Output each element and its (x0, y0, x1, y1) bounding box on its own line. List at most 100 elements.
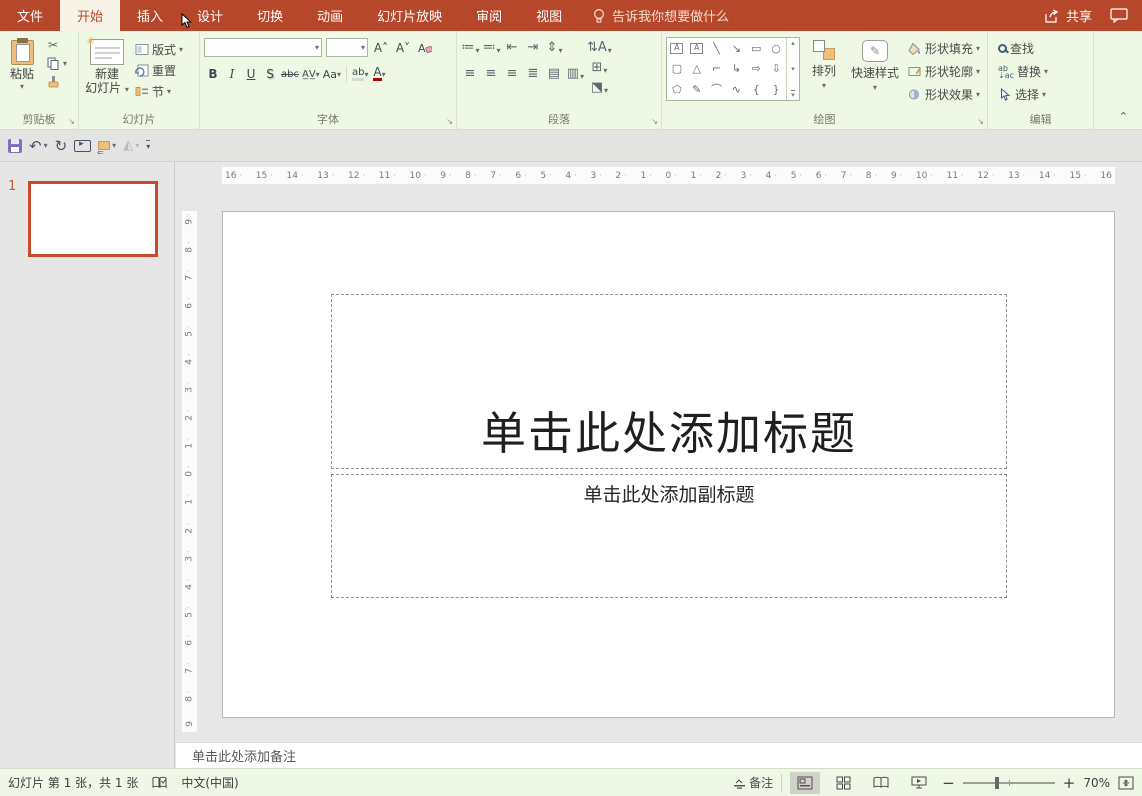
clipboard-dialog-launcher[interactable]: ↘ (68, 118, 75, 126)
shapes-gallery-more[interactable]: ▾ (791, 90, 795, 99)
qat-custom-button[interactable]: ▾ (98, 141, 116, 150)
redo-button[interactable]: ↻ (55, 137, 68, 155)
shape-oval[interactable]: ○ (771, 43, 781, 54)
new-slide-button[interactable]: ✳ 新建 幻灯片 ▾ (83, 36, 131, 113)
italic-button[interactable]: I (223, 65, 241, 83)
shapes-scroll-up[interactable]: ▴ (791, 39, 795, 47)
spellcheck-icon[interactable] (152, 776, 167, 789)
decrease-indent-button[interactable]: ⇤ (503, 38, 522, 55)
arrange-button[interactable]: 排列▾ (806, 37, 842, 113)
shape-elbow-connector[interactable]: ⌐ (712, 63, 721, 74)
format-painter-button[interactable] (43, 73, 63, 89)
section-button[interactable]: 节▾ (135, 82, 183, 101)
slide-sorter-view-button[interactable] (828, 772, 858, 794)
collapse-ribbon-button[interactable]: ⌃ (1119, 110, 1128, 123)
tab-animations[interactable]: 动画 (300, 0, 360, 31)
shape-arc[interactable]: ⌒ (711, 84, 722, 95)
distribute-button[interactable]: ▤ (545, 64, 564, 81)
align-text-button[interactable]: ⊞▾ (587, 58, 612, 75)
font-size-combo[interactable]: ▾ (326, 38, 368, 57)
zoom-out-button[interactable]: − (942, 774, 955, 792)
align-right-button[interactable]: ≡ (503, 64, 522, 81)
highlight-button[interactable]: ab▾ (351, 65, 370, 83)
title-placeholder[interactable]: 单击此处添加标题 (331, 294, 1007, 469)
language-indicator[interactable]: 中文(中国) (181, 774, 238, 791)
find-button[interactable]: 查找 (998, 39, 1091, 58)
tab-file[interactable]: 文件 (0, 0, 60, 31)
slide-show-view-button[interactable] (904, 772, 934, 794)
zoom-in-button[interactable]: + (1063, 774, 1076, 792)
numbering-button[interactable]: ≕▾ (482, 38, 501, 55)
notes-toggle-button[interactable]: 备注 (733, 773, 773, 792)
tab-insert[interactable]: 插入 (120, 0, 180, 31)
shape-fill-button[interactable]: 形状填充▾ (908, 39, 980, 58)
slide-canvas[interactable]: 单击此处添加标题 单击此处添加副标题 (222, 211, 1115, 718)
tab-home[interactable]: 开始 (60, 0, 120, 31)
zoom-level[interactable]: 70% (1083, 776, 1110, 790)
customize-qat-button[interactable]: ▾ (146, 140, 150, 151)
shape-textbox-h[interactable]: A (670, 43, 683, 54)
tab-transitions[interactable]: 切换 (240, 0, 300, 31)
normal-view-button[interactable] (790, 772, 820, 794)
columns-button[interactable]: ▥▾ (566, 64, 585, 81)
reset-button[interactable]: 重置 (135, 61, 183, 80)
shape-outline-button[interactable]: 形状轮廓▾ (908, 62, 980, 81)
align-center-button[interactable]: ≡ (482, 64, 501, 81)
shape-right-arrow[interactable]: ⇨ (752, 63, 761, 74)
slide-thumbnail[interactable] (28, 181, 158, 257)
shadow-button[interactable]: S (261, 65, 279, 83)
replace-button[interactable]: ab⇣ac 替换▾ (998, 62, 1091, 81)
paste-button[interactable]: 粘贴 ▾ (4, 36, 40, 113)
shape-line[interactable]: ╲ (713, 43, 720, 54)
char-spacing-button[interactable]: A̲V̲▾ (301, 65, 321, 83)
tab-review[interactable]: 审阅 (459, 0, 519, 31)
font-color-button[interactable]: A▾ (370, 65, 388, 83)
fit-to-window-icon[interactable] (1118, 776, 1134, 790)
shape-freeform[interactable]: ⬠ (672, 84, 682, 95)
share-button[interactable]: 共享 (1044, 6, 1092, 25)
paragraph-dialog-launcher[interactable]: ↘ (651, 118, 658, 126)
shape-elbow-arrow[interactable]: ↳ (732, 63, 741, 74)
underline-button[interactable]: U (242, 65, 260, 83)
subtitle-placeholder[interactable]: 单击此处添加副标题 (331, 474, 1007, 598)
font-name-combo[interactable]: ▾ (204, 38, 322, 57)
shape-effects-button[interactable]: 形状效果▾ (908, 85, 980, 104)
shape-brace-right[interactable]: } (773, 84, 780, 95)
align-left-button[interactable]: ≡ (461, 64, 480, 81)
tab-slideshow[interactable]: 幻灯片放映 (360, 0, 459, 31)
paste-dropdown[interactable]: ▾ (20, 82, 24, 91)
shape-rectangle[interactable]: ▭ (751, 43, 761, 54)
drawing-dialog-launcher[interactable]: ↘ (977, 118, 984, 126)
zoom-slider-thumb[interactable] (995, 777, 999, 789)
select-button[interactable]: 选择▾ (998, 85, 1091, 104)
shape-arrow[interactable]: ↘ (732, 43, 741, 54)
tell-me-box[interactable]: 告诉我你想要做什么 (579, 0, 743, 31)
layout-button[interactable]: 版式▾ (135, 40, 183, 59)
tab-view[interactable]: 视图 (519, 0, 579, 31)
quick-styles-button[interactable]: ✎ 快速样式▾ (848, 37, 902, 113)
shrink-font-button[interactable]: A˅ (394, 39, 412, 57)
bullets-button[interactable]: ≔▾ (461, 38, 480, 55)
clear-formatting-button[interactable]: A (416, 39, 434, 57)
line-spacing-button[interactable]: ⇕▾ (545, 38, 564, 55)
shape-textbox-v[interactable]: A (690, 43, 703, 54)
comment-icon[interactable] (1110, 8, 1128, 23)
text-direction-button[interactable]: ⇅A▾ (587, 38, 612, 55)
justify-button[interactable]: ≣ (524, 64, 543, 81)
font-dialog-launcher[interactable]: ↘ (446, 118, 453, 126)
shape-down-arrow[interactable]: ⇩ (771, 63, 780, 74)
strikethrough-button[interactable]: abc (280, 65, 300, 83)
grow-font-button[interactable]: A˄ (372, 39, 390, 57)
change-case-button[interactable]: Aa▾ (322, 65, 342, 83)
increase-indent-button[interactable]: ⇥ (524, 38, 543, 55)
shapes-scroll-down[interactable]: ▾ (791, 65, 795, 73)
start-from-beginning-button[interactable] (74, 140, 91, 152)
reading-view-button[interactable] (866, 772, 896, 794)
bold-button[interactable]: B (204, 65, 222, 83)
copy-button[interactable] (43, 55, 63, 71)
shape-brace-left[interactable]: { (753, 84, 760, 95)
shape-curve[interactable]: ∿ (732, 84, 741, 95)
copy-dropdown[interactable]: ▾ (63, 59, 67, 68)
notes-pane[interactable]: 单击此处添加备注 (176, 742, 1142, 768)
shape-triangle[interactable]: △ (693, 63, 701, 74)
